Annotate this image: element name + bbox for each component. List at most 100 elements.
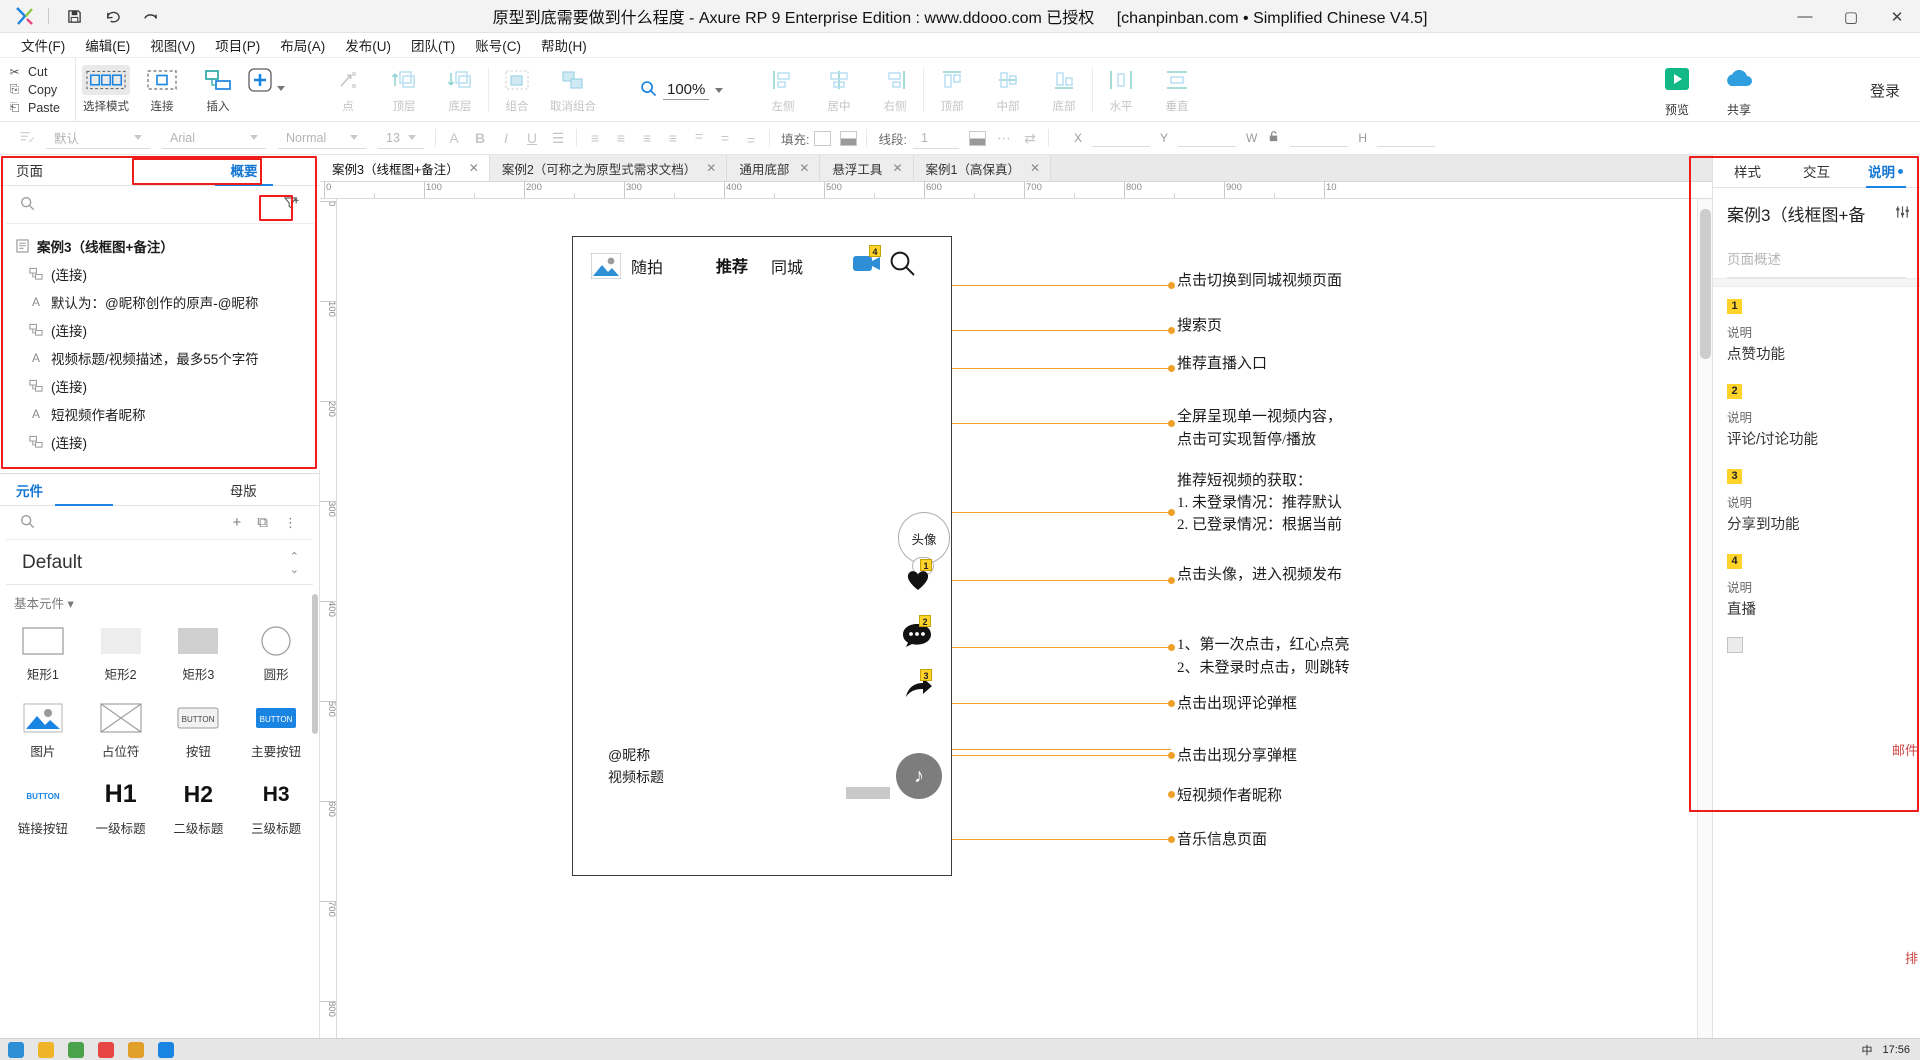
note-field-value[interactable]: 点赞功能 bbox=[1727, 343, 1908, 364]
widget-primary-button[interactable]: BUTTON 主要按钮 bbox=[237, 695, 315, 766]
tab-outline[interactable]: 概要 bbox=[168, 155, 320, 185]
menu-file[interactable]: 文件(F) bbox=[12, 32, 74, 58]
like-icon[interactable]: 1 bbox=[903, 559, 933, 596]
close-icon[interactable]: ✕ bbox=[706, 161, 716, 175]
live-video-icon[interactable]: 4 bbox=[851, 245, 883, 278]
align-center-button[interactable]: 居中 bbox=[811, 58, 867, 122]
underline-icon[interactable]: U bbox=[519, 126, 545, 150]
canvas-tab-0[interactable]: 案例3（线框图+备注） ✕ bbox=[320, 155, 490, 181]
tab-interaction[interactable]: 交互 bbox=[1782, 155, 1851, 187]
lock-icon[interactable] bbox=[1267, 130, 1280, 146]
tree-node-text-1[interactable]: A 默认为：@昵称创作的原声-@昵称 bbox=[0, 288, 320, 316]
tab-notes[interactable]: 说明 bbox=[1851, 155, 1920, 187]
widget-link-button[interactable]: BUTTON 链接按钮 bbox=[4, 772, 82, 843]
page-overview-field[interactable]: 页面概述 bbox=[1727, 238, 1906, 278]
maximize-button[interactable]: ▢ bbox=[1828, 0, 1874, 33]
browser-icon[interactable] bbox=[68, 1041, 84, 1058]
widget-circle[interactable]: 圆形 bbox=[237, 618, 315, 689]
widget-image[interactable]: 图片 bbox=[4, 695, 82, 766]
connect-button[interactable]: 连接 bbox=[134, 58, 190, 122]
undo-icon[interactable] bbox=[99, 4, 125, 28]
image-icon[interactable] bbox=[590, 252, 622, 280]
point-button[interactable]: 点 bbox=[320, 58, 376, 122]
preview-button[interactable]: 预览 bbox=[1646, 58, 1708, 122]
redo-icon[interactable] bbox=[137, 4, 163, 28]
font-family-dropdown[interactable]: Arial bbox=[162, 127, 266, 149]
ungroup-button[interactable]: 取消组合 bbox=[545, 58, 601, 122]
note-entry-3[interactable]: 3 说明 分享到功能 bbox=[1713, 457, 1920, 542]
comment-icon[interactable]: 2 bbox=[901, 615, 933, 652]
font-size-dropdown[interactable]: 13 bbox=[378, 127, 424, 149]
select-mode-button[interactable]: 选择模式 bbox=[78, 58, 134, 122]
align-top-button[interactable]: 顶部 bbox=[924, 58, 980, 122]
copy-icon[interactable]: ⧉ bbox=[253, 514, 272, 531]
widget-h2[interactable]: H2 二级标题 bbox=[160, 772, 238, 843]
explorer-icon[interactable] bbox=[128, 1041, 144, 1058]
zoom-value[interactable]: 100% bbox=[663, 81, 710, 100]
fill-gradient-swatch[interactable] bbox=[835, 126, 861, 150]
library-selector[interactable]: Default ⌃ ⌄ bbox=[6, 540, 313, 585]
menu-project[interactable]: 项目(P) bbox=[206, 32, 269, 58]
sliders-icon[interactable] bbox=[1895, 205, 1910, 222]
tab-recommend[interactable]: 推荐 bbox=[716, 253, 748, 277]
align-justify-icon[interactable]: ≡ bbox=[660, 126, 686, 150]
group-button[interactable]: 组合 bbox=[489, 58, 545, 122]
distribute-horizontal-button[interactable]: 水平 bbox=[1093, 58, 1149, 122]
library-scrollbar[interactable] bbox=[312, 474, 318, 1038]
align-bottom-button[interactable]: 底部 bbox=[1036, 58, 1092, 122]
note-field-value[interactable]: 评论/讨论功能 bbox=[1727, 428, 1908, 449]
close-icon[interactable]: ✕ bbox=[1030, 161, 1040, 175]
ime-indicator[interactable]: 中 bbox=[1861, 1042, 1872, 1058]
canvas-tab-4[interactable]: 案例1（高保真） ✕ bbox=[913, 155, 1052, 181]
tab-masters[interactable]: 母版 bbox=[168, 474, 320, 505]
start-icon[interactable] bbox=[8, 1041, 24, 1058]
filter-icon[interactable] bbox=[280, 194, 304, 216]
line-color-swatch[interactable] bbox=[965, 126, 991, 150]
tab-nearby[interactable]: 同城 bbox=[771, 254, 803, 278]
note-entry-1[interactable]: 1 说明 点赞功能 bbox=[1713, 287, 1920, 372]
clock[interactable]: 17:56 bbox=[1882, 1044, 1910, 1056]
align-center-icon[interactable]: ≡ bbox=[608, 126, 634, 150]
outline-search-input[interactable] bbox=[43, 197, 272, 212]
axure-taskbar-icon[interactable] bbox=[158, 1041, 174, 1058]
canvas-scrollbar-vertical[interactable] bbox=[1697, 199, 1712, 1038]
canvas-tab-1[interactable]: 案例2（可称之为原型式需求文档） ✕ bbox=[489, 155, 728, 181]
tab-style[interactable]: 样式 bbox=[1713, 155, 1782, 187]
insert-shape-button[interactable]: 插入 bbox=[238, 58, 294, 122]
align-left-icon[interactable]: ≡ bbox=[582, 126, 608, 150]
menu-view[interactable]: 视图(V) bbox=[141, 32, 204, 58]
kebab-menu-icon[interactable]: ⋮ bbox=[280, 515, 301, 531]
canvas-tab-3[interactable]: 悬浮工具 ✕ bbox=[820, 155, 914, 181]
x-field[interactable] bbox=[1091, 129, 1150, 147]
music-app-icon[interactable] bbox=[98, 1041, 114, 1058]
menu-account[interactable]: 账号(C) bbox=[466, 32, 530, 58]
tree-node-text-3[interactable]: A 短视频作者昵称 bbox=[0, 400, 320, 428]
font-color-icon[interactable]: A bbox=[441, 126, 467, 150]
zoom-control[interactable]: 100% bbox=[640, 58, 724, 122]
y-field[interactable] bbox=[1178, 129, 1236, 147]
share-button[interactable]: 共享 bbox=[1708, 58, 1770, 122]
note-field-value[interactable]: 直播 bbox=[1727, 598, 1908, 619]
canvas-viewport[interactable]: 随拍 推荐 同城 4 头像 + 1 bbox=[337, 199, 1712, 1038]
tree-node-connector-4[interactable]: (连接) bbox=[0, 428, 320, 456]
share-icon[interactable]: 3 bbox=[903, 669, 933, 706]
widget-rectangle2[interactable]: 矩形2 bbox=[82, 618, 160, 689]
h-field[interactable] bbox=[1377, 129, 1435, 147]
distribute-vertical-button[interactable]: 垂直 bbox=[1149, 58, 1205, 122]
paste-button[interactable]: ⎗ Paste bbox=[8, 100, 75, 115]
progress-bar[interactable] bbox=[846, 787, 890, 799]
valign-top-icon[interactable]: = bbox=[686, 126, 712, 150]
fill-color-swatch[interactable] bbox=[809, 126, 835, 150]
bring-front-button[interactable]: 顶层 bbox=[376, 58, 432, 122]
library-search-input[interactable] bbox=[43, 515, 221, 530]
italic-icon[interactable]: I bbox=[493, 126, 519, 150]
tab-widgets[interactable]: 元件 bbox=[0, 474, 168, 505]
tree-node-connector-2[interactable]: (连接) bbox=[0, 316, 320, 344]
valign-middle-icon[interactable]: = bbox=[712, 126, 738, 150]
note-entry-4[interactable]: 4 说明 直播 bbox=[1713, 542, 1920, 627]
line-style-icon[interactable]: ⋯ bbox=[991, 126, 1017, 150]
canvas-tab-2[interactable]: 通用底部 ✕ bbox=[727, 155, 821, 181]
align-middle-button[interactable]: 中部 bbox=[980, 58, 1036, 122]
style-preset-dropdown[interactable]: 默认 bbox=[46, 127, 150, 149]
align-right-button[interactable]: 右侧 bbox=[867, 58, 923, 122]
